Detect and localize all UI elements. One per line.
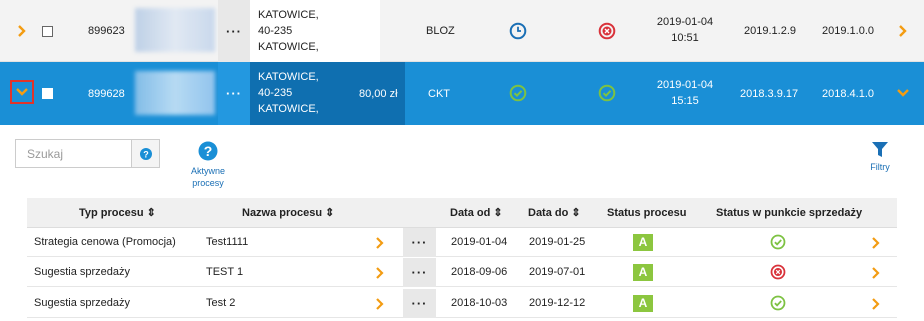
process-row[interactable]: Sugestia sprzedaży Test 2 ··· 2018-10-03… (27, 289, 897, 318)
process-type: Sugestia sprzedaży (34, 266, 130, 278)
process-name: Test1111 (206, 236, 249, 248)
header-type[interactable]: Typ procesu ⇕ (79, 198, 156, 228)
row-chevron-down-icon[interactable] (896, 86, 910, 100)
row-date: 2019-01-04 (656, 79, 714, 91)
error-circle-icon (770, 264, 786, 280)
process-date-from: 2019-01-04 (451, 236, 508, 248)
process-date-from: 2018-09-06 (451, 266, 508, 278)
active-processes-label-2: procesy (192, 178, 224, 188)
status-badge: A (633, 234, 653, 251)
chevron-right-icon[interactable] (375, 237, 385, 249)
search-help-button[interactable]: ? (131, 140, 159, 167)
process-date-from: 2018-10-03 (451, 297, 508, 309)
process-name: Test 2 (206, 297, 236, 309)
header-name[interactable]: Nazwa procesu ⇕ (242, 198, 334, 228)
table-row-selected[interactable]: 899628 ··· KATOWICE, 40-235 KATOWICE, 80… (0, 62, 924, 125)
process-name: TEST 1 (206, 266, 244, 278)
row-version2: 2019.1.0.0 (822, 25, 874, 37)
more-actions-button[interactable]: ··· (218, 62, 250, 125)
row-type: BLOZ (426, 25, 455, 37)
status-badge: A (633, 295, 653, 312)
row-version1: 2019.1.2.9 (744, 25, 796, 37)
header-status-pos: Status w punkcie sprzedaży (716, 207, 863, 219)
active-processes-button[interactable]: ? Aktywne procesy (187, 141, 229, 189)
row-checkbox[interactable] (42, 26, 53, 37)
filters-label: Filtry (870, 162, 890, 172)
process-date-to: 2019-07-01 (529, 266, 586, 278)
process-type: Sugestia sprzedaży (34, 297, 130, 309)
process-date-to: 2019-01-25 (529, 236, 586, 248)
header-status: Status procesu (607, 207, 687, 219)
process-table-header: Typ procesu ⇕ Nazwa procesu ⇕ Data od ⇕ … (27, 198, 897, 228)
active-processes-label-1: Aktywne (190, 166, 225, 176)
row-type: CKT (428, 88, 450, 100)
search-input[interactable] (16, 140, 132, 167)
help-circle-icon: ? (198, 141, 218, 161)
svg-text:?: ? (204, 143, 213, 159)
clock-icon (509, 22, 527, 40)
check-circle-icon (509, 84, 527, 102)
help-icon: ? (139, 147, 152, 160)
address-text: KATOWICE, 40-235 KATOWICE, (258, 9, 319, 53)
row-version1: 2018.3.9.17 (740, 88, 799, 100)
process-type: Strategia cenowa (Promocja) (34, 236, 176, 248)
more-actions-button[interactable]: ··· (403, 258, 436, 287)
address-text: KATOWICE, 40-235 KATOWICE, (258, 71, 319, 115)
check-circle-icon (770, 295, 786, 311)
row-chevron-right-icon[interactable] (896, 24, 910, 38)
search-box: ? (15, 139, 160, 168)
row-version2: 2018.4.1.0 (822, 88, 874, 100)
row-time: 10:51 (671, 32, 699, 44)
row-time: 15:15 (671, 95, 699, 107)
process-row[interactable]: Strategia cenowa (Promocja) Test1111 ···… (27, 228, 897, 257)
more-actions-button[interactable]: ··· (403, 228, 436, 257)
filters-button[interactable]: Filtry (864, 142, 896, 173)
filter-icon (872, 142, 888, 157)
header-date-from[interactable]: Data od ⇕ (450, 198, 503, 228)
chevron-right-icon[interactable] (871, 237, 881, 249)
header-date-to[interactable]: Data do ⇕ (528, 198, 581, 228)
table-row[interactable]: 899623 ··· KATOWICE, 40-235 KATOWICE, BL… (0, 0, 924, 62)
more-actions-button[interactable]: ··· (403, 289, 436, 318)
process-row[interactable]: Sugestia sprzedaży TEST 1 ··· 2018-09-06… (27, 258, 897, 287)
address-panel: KATOWICE, 40-235 KATOWICE, (250, 0, 380, 62)
blurred-name-image (135, 8, 215, 52)
row-checkbox[interactable] (42, 88, 53, 99)
expand-chevron-icon[interactable] (15, 24, 29, 38)
blurred-name-image (135, 71, 215, 115)
app-root: 899623 ··· KATOWICE, 40-235 KATOWICE, BL… (0, 0, 924, 321)
check-circle-icon (598, 84, 616, 102)
chevron-right-icon[interactable] (871, 298, 881, 310)
check-circle-icon (770, 234, 786, 250)
collapse-chevron-icon[interactable] (10, 80, 34, 104)
process-date-to: 2019-12-12 (529, 297, 586, 309)
row-id: 899628 (88, 88, 125, 100)
chevron-right-icon[interactable] (375, 298, 385, 310)
row-id: 899623 (88, 25, 125, 37)
chevron-right-icon[interactable] (375, 267, 385, 279)
status-badge: A (633, 264, 653, 281)
more-actions-button[interactable]: ··· (218, 0, 250, 62)
error-circle-icon (598, 22, 616, 40)
row-date: 2019-01-04 (656, 16, 714, 28)
svg-text:?: ? (143, 149, 149, 159)
chevron-right-icon[interactable] (871, 267, 881, 279)
row-amount: 80,00 zł (359, 88, 398, 100)
